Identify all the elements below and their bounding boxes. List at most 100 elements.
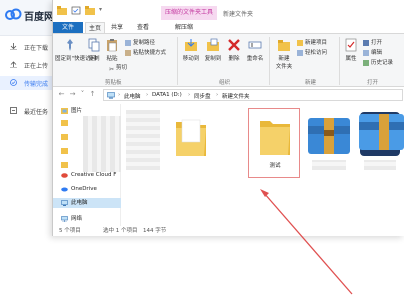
- file-explorer-window: ▾ 压缩的文件夹工具 新建文件夹 文件 主页 共享 查看 解压缩 固定到"快速访…: [52, 0, 404, 236]
- address-bar[interactable]: › 此电脑 › DATA1 (D:) › 同步盘 › 新建文件夹: [103, 89, 403, 101]
- open-icon: [363, 39, 369, 46]
- paste-shortcut-label: 粘贴快捷方式: [133, 50, 167, 56]
- winrar-archive-icon: [359, 114, 404, 150]
- paste-label: 粘贴: [106, 56, 118, 62]
- ribbon-separator: [177, 37, 178, 85]
- file-item-test-folder[interactable]: 测试: [248, 108, 300, 178]
- download-icon: [10, 43, 17, 50]
- baidu-cloud-logo-icon: [5, 8, 22, 20]
- ribbon-separator: [339, 37, 340, 85]
- tab-share[interactable]: 共享: [111, 22, 123, 33]
- nav-item-pictures[interactable]: 图片: [53, 106, 121, 116]
- new-item-icon: [297, 39, 303, 46]
- cut-label: 剪切: [116, 65, 128, 71]
- breadcrumb-drive[interactable]: DATA1 (D:): [152, 92, 182, 98]
- edit-label: 编辑: [371, 50, 383, 56]
- up-arrow-icon[interactable]: ↑: [88, 90, 97, 99]
- nav-item-creative-cloud[interactable]: Creative Cloud F: [53, 170, 121, 180]
- new-item-label: 新建项目: [305, 40, 328, 46]
- nav-item-label: 此电脑: [71, 200, 88, 206]
- easy-access-button[interactable]: 轻松访问: [297, 49, 327, 58]
- tab-home[interactable]: 主页: [85, 22, 106, 33]
- properties-label: 属性: [345, 56, 357, 62]
- move-to-label: 移动到: [182, 56, 200, 62]
- edit-button[interactable]: 编辑: [363, 49, 382, 58]
- check-circle-icon: [10, 79, 17, 86]
- properties-button[interactable]: 属性: [343, 38, 359, 62]
- blurred-region: [312, 160, 346, 170]
- paste-button[interactable]: 粘贴: [105, 38, 119, 62]
- folder-icon: [61, 134, 68, 140]
- history-label: 历史记录: [371, 60, 394, 66]
- window-title: 新建文件夹: [223, 11, 254, 18]
- new-item-button[interactable]: 新建项目: [297, 39, 327, 48]
- new-folder-button[interactable]: 新建 文件夹: [273, 38, 295, 70]
- breadcrumb-new-folder[interactable]: 新建文件夹: [222, 92, 250, 100]
- copy-to-button[interactable]: 复制到: [203, 38, 223, 62]
- file-item-folder[interactable]: [166, 108, 216, 180]
- explorer-app-icon: [57, 6, 67, 15]
- delete-button[interactable]: 删除: [227, 38, 241, 62]
- new-folder-label: 新建 文件夹: [275, 56, 293, 70]
- copy-to-label: 复制到: [204, 56, 222, 62]
- copy-button[interactable]: 复制: [87, 38, 101, 62]
- clipboard-group-label: 剪贴板: [105, 80, 122, 86]
- back-arrow-icon[interactable]: ←: [57, 90, 66, 99]
- recent-dropdown-icon[interactable]: ˅: [78, 90, 87, 99]
- file-item-label: 测试: [269, 163, 281, 169]
- title-bar: ▾ 压缩的文件夹工具 新建文件夹: [53, 0, 404, 22]
- ribbon-separator: [269, 37, 270, 85]
- blurred-region: [366, 160, 394, 170]
- folder-icon: [61, 162, 68, 168]
- move-to-icon: [185, 39, 197, 51]
- sidebar-item-label: 最近任务: [24, 109, 49, 116]
- organize-group-label: 组织: [219, 80, 231, 86]
- paste-icon: [107, 39, 117, 52]
- tab-file[interactable]: 文件: [53, 22, 83, 33]
- nav-item-label: Creative Cloud F: [71, 172, 117, 178]
- open-button[interactable]: 打开: [363, 39, 382, 48]
- tab-compressed-folder-tools[interactable]: 压缩的文件夹工具: [161, 6, 218, 20]
- copy-to-icon: [207, 38, 219, 51]
- item-count: 5 个项目: [59, 228, 81, 234]
- rename-icon: [248, 41, 262, 49]
- nav-item-onedrive[interactable]: OneDrive: [53, 184, 121, 194]
- rename-label: 重命名: [246, 56, 264, 62]
- paste-shortcut-button[interactable]: 粘贴快捷方式: [125, 49, 166, 58]
- breadcrumb-this-pc[interactable]: 此电脑: [124, 92, 141, 100]
- forward-arrow-icon[interactable]: →: [68, 90, 77, 99]
- sidebar-item-completed[interactable]: 传输完成: [0, 76, 52, 90]
- breadcrumb-sync-folder[interactable]: 同步盘: [194, 92, 211, 100]
- quick-access-check-icon[interactable]: [71, 6, 81, 15]
- nav-item-this-pc[interactable]: 此电脑: [53, 198, 121, 208]
- file-item-archive[interactable]: [302, 108, 356, 180]
- history-icon: [363, 59, 369, 66]
- sidebar-item-uploading[interactable]: 正在上传: [0, 58, 52, 72]
- navigation-pane: 图片 Creative Cloud F OneDrive 此电脑 网络: [53, 104, 121, 226]
- status-bar: 5 个项目 选中 1 个项目 144 字节: [53, 226, 404, 236]
- network-icon: [61, 216, 68, 222]
- nav-item-label: 网络: [71, 216, 83, 222]
- onedrive-icon: [61, 187, 68, 192]
- winrar-archive-icon: [308, 118, 350, 154]
- copy-icon: [88, 38, 100, 52]
- selected-size: 144 字节: [143, 228, 167, 234]
- computer-icon: [61, 200, 68, 206]
- tab-extract[interactable]: 解压缩: [175, 22, 193, 33]
- cut-button[interactable]: ✂ 剪切: [109, 64, 127, 73]
- task-icon: [10, 107, 17, 114]
- quick-access-dropdown-icon[interactable]: ▾: [99, 6, 102, 13]
- nav-item-network[interactable]: 网络: [53, 214, 121, 224]
- sidebar-item-recent-tasks[interactable]: 最近任务: [0, 104, 52, 118]
- blurred-region: [126, 110, 160, 170]
- scissors-icon: ✂: [109, 65, 115, 73]
- tab-view[interactable]: 查看: [137, 22, 149, 33]
- move-to-button[interactable]: 移动到: [181, 38, 201, 62]
- history-button[interactable]: 历史记录: [363, 59, 393, 68]
- quick-access-folder-icon[interactable]: [85, 6, 95, 15]
- pin-to-quick-access-button[interactable]: 固定到"快速访问": [55, 38, 99, 62]
- rename-button[interactable]: 重命名: [245, 38, 265, 62]
- properties-icon: [345, 38, 357, 52]
- copy-path-button[interactable]: 复制路径: [125, 39, 155, 48]
- sidebar-item-downloading[interactable]: 正在下载: [0, 40, 52, 54]
